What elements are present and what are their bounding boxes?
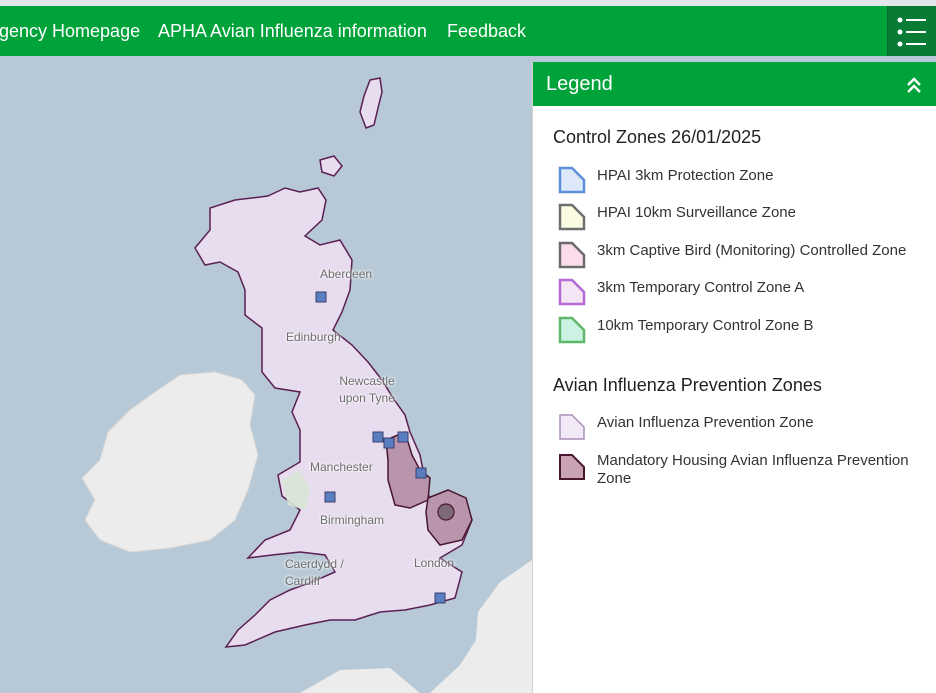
legend-item: 3km Temporary Control Zone A bbox=[553, 277, 933, 313]
nav-link-apha-avian-influenza[interactable]: APHA Avian Influenza information bbox=[158, 6, 427, 56]
city-label-edinburgh: Edinburgh bbox=[286, 330, 341, 344]
top-navigation-bar: gency Homepage APHA Avian Influenza info… bbox=[0, 6, 936, 56]
legend-panel: Legend Control Zones 26/01/2025 HPAI 3km… bbox=[532, 62, 936, 693]
basemap bbox=[0, 56, 532, 693]
city-label-aberdeen: Aberdeen bbox=[320, 267, 373, 281]
surveillance-zone-swatch-icon bbox=[558, 203, 586, 231]
case-marker bbox=[434, 592, 446, 604]
legend-item: 3km Captive Bird (Monitoring) Controlled… bbox=[553, 240, 933, 276]
section-title-control-zones: Control Zones 26/01/2025 bbox=[553, 127, 762, 147]
legend-label: HPAI 10km Surveillance Zone bbox=[597, 204, 796, 221]
legend-label: 3km Captive Bird (Monitoring) Controlled… bbox=[597, 242, 907, 259]
double-chevron-up-icon[interactable] bbox=[905, 76, 923, 94]
legend-item: HPAI 10km Surveillance Zone bbox=[553, 202, 933, 238]
legend-header[interactable]: Legend bbox=[533, 62, 936, 106]
city-label-cardiff: Caerdydd / Cardiff bbox=[285, 557, 344, 588]
section-title-prevention-zones: Avian Influenza Prevention Zones bbox=[553, 375, 822, 395]
legend-item: 10km Temporary Control Zone B bbox=[553, 315, 933, 351]
case-marker bbox=[372, 431, 384, 443]
city-label-manchester: Manchester bbox=[310, 460, 373, 474]
legend-label: Mandatory Housing Avian Influenza Preven… bbox=[597, 452, 909, 487]
list-menu-icon bbox=[897, 17, 926, 47]
nav-link-agency-homepage[interactable]: gency Homepage bbox=[0, 6, 140, 56]
legend-item: Avian Influenza Prevention Zone bbox=[553, 412, 933, 448]
mandatory-housing-zone-swatch-icon bbox=[559, 454, 585, 480]
legend-title: Legend bbox=[546, 73, 613, 95]
case-marker bbox=[383, 437, 395, 449]
legend-item: Mandatory Housing Avian Influenza Preven… bbox=[553, 450, 933, 494]
legend-label: 3km Temporary Control Zone A bbox=[597, 279, 805, 296]
protection-zone-swatch-icon bbox=[558, 166, 586, 194]
case-marker bbox=[397, 431, 409, 443]
legend-item: HPAI 3km Protection Zone bbox=[553, 165, 933, 201]
map-view[interactable]: Aberdeen Edinburgh Newcastle upon Tyne M… bbox=[0, 56, 532, 693]
case-marker bbox=[415, 467, 427, 479]
menu-button[interactable] bbox=[887, 6, 936, 56]
legend-label: 10km Temporary Control Zone B bbox=[597, 317, 814, 334]
prevention-zone-swatch-icon bbox=[559, 414, 585, 440]
city-label-newcastle: Newcastle upon Tyne bbox=[339, 374, 395, 405]
captive-bird-zone-swatch-icon bbox=[558, 241, 586, 269]
legend-label: Avian Influenza Prevention Zone bbox=[597, 414, 814, 431]
temporary-zone-b-swatch-icon bbox=[558, 316, 586, 344]
case-marker bbox=[437, 503, 455, 521]
case-marker bbox=[324, 491, 336, 503]
legend-label: HPAI 3km Protection Zone bbox=[597, 167, 774, 184]
case-marker bbox=[315, 291, 327, 303]
temporary-zone-a-swatch-icon bbox=[558, 278, 586, 306]
city-label-birmingham: Birmingham bbox=[320, 513, 385, 527]
city-label-london: London bbox=[414, 556, 455, 570]
nav-link-feedback[interactable]: Feedback bbox=[447, 6, 526, 56]
